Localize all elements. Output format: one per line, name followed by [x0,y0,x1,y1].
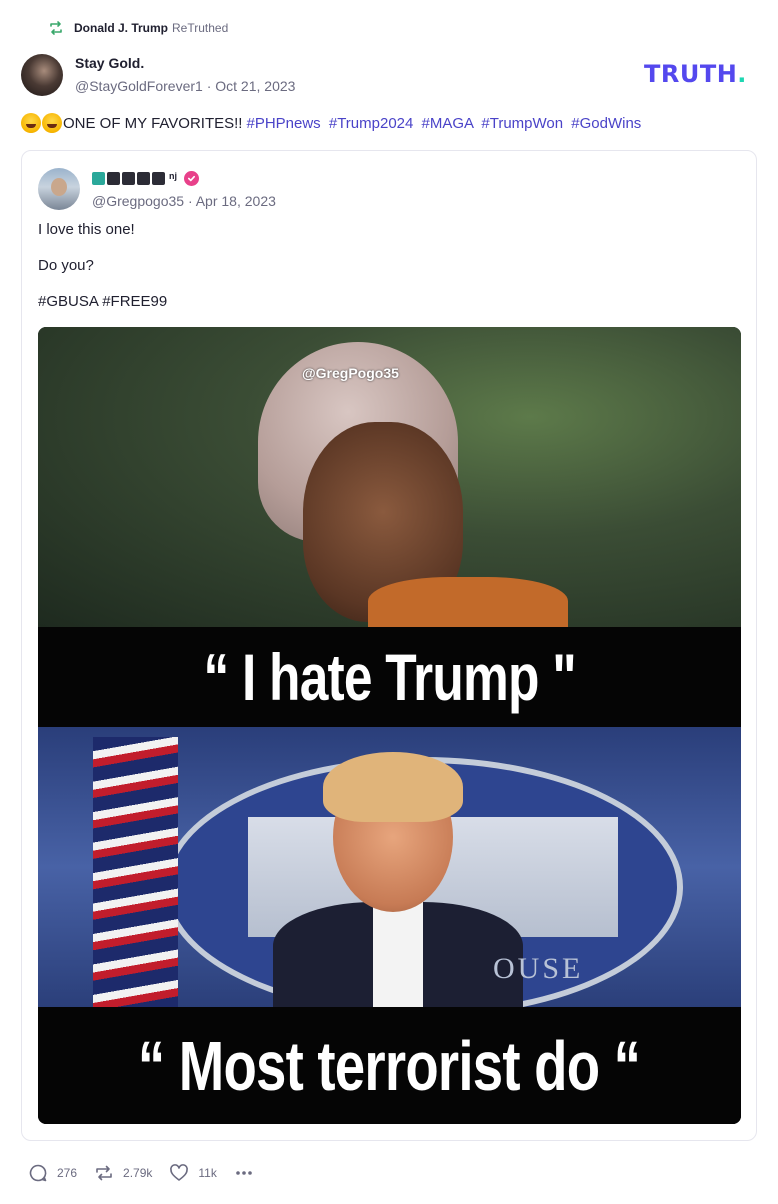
quoted-author-name[interactable]: nj [92,171,199,186]
heart-icon [170,1164,189,1181]
hashtag-link[interactable]: #GodWins [571,115,641,132]
rolling-on-floor-laughing-emoji [21,113,41,133]
retruth-icon [48,20,64,36]
author-display-name[interactable]: Stay Gold. [75,55,144,71]
quoted-post-card[interactable]: nj @Gregpogo35 · Apr 18, 2023 I love thi… [21,150,757,1141]
meme-caption-top: “ I hate Trump " [38,627,741,727]
backdrop-lettering: OUSE [493,952,584,985]
liberty-emoji-icon [92,172,105,185]
shirt-collar-shape [373,902,423,1012]
hashtag-link[interactable]: #Trump2024 [329,115,414,132]
hashtag-link[interactable]: #PHPnews [246,115,320,132]
like-button[interactable]: 11k [169,1163,217,1183]
hashtag-link[interactable]: #MAGA [422,115,474,132]
meme-top-photo: @GregPogo35 [38,327,741,637]
meme-caption-bottom: “ Most terrorist do “ [38,1007,741,1124]
meme-bottom-photo: OUSE [38,727,741,1017]
retruth-count: 2.79k [123,1166,153,1180]
quoted-author-avatar[interactable] [38,168,80,210]
logo-text: TRUTH [644,60,738,88]
meme-image[interactable]: @GregPogo35 “ I hate Trump " OUSE “ Most… [38,327,741,1124]
letter-block-icon [107,172,120,185]
hashtag-link[interactable]: #TrumpWon [481,115,563,132]
caption-top-text: “ I hate Trump " [203,640,576,714]
post-hashtags: #PHPnews #Trump2024 #MAGA #TrumpWon #God… [242,115,641,132]
reply-button[interactable]: 276 [28,1163,77,1183]
truth-logo[interactable]: TRUTH. [644,60,747,88]
letter-block-icon [122,172,135,185]
image-watermark: @GregPogo35 [302,365,399,381]
logo-dot: . [737,60,747,88]
letter-block-icon [137,172,150,185]
retruth-user-link[interactable]: Donald J. Trump [74,21,168,35]
hair-shape [323,752,463,822]
post-text: ONE OF MY FAVORITES!! [63,114,243,132]
letter-block-icon [152,172,165,185]
retruth-button[interactable]: 2.79k [94,1163,152,1183]
like-count: 11k [198,1166,217,1180]
quoted-text-line-1: I love this one! [38,221,135,238]
retruth-action-icon [96,1165,112,1181]
more-icon [236,1171,252,1175]
quoted-author-meta: @Gregpogo35 · Apr 18, 2023 [92,193,276,209]
rolling-on-floor-laughing-emoji [42,113,62,133]
flag-shape [93,737,178,1007]
more-options-button[interactable] [234,1163,263,1183]
speaker-figure [273,752,523,1012]
post-actions: 276 2.79k 11k [28,1162,280,1184]
retruth-label: ReTruthed [172,21,229,35]
name-suffix: nj [169,171,177,181]
quoted-hashtags[interactable]: #GBUSA #FREE99 [38,293,167,310]
caption-bottom-text: “ Most terrorist do “ [138,1026,641,1105]
reply-icon [29,1164,47,1182]
verified-badge-icon [184,171,199,186]
quoted-text-line-2: Do you? [38,257,94,274]
retruth-header: Donald J. Trump ReTruthed [48,18,228,38]
author-meta: @StayGoldForever1 · Oct 21, 2023 [75,78,296,94]
reply-count: 276 [57,1166,78,1180]
post-body: ONE OF MY FAVORITES!! #PHPnews #Trump202… [21,113,641,133]
author-avatar[interactable] [21,54,63,96]
